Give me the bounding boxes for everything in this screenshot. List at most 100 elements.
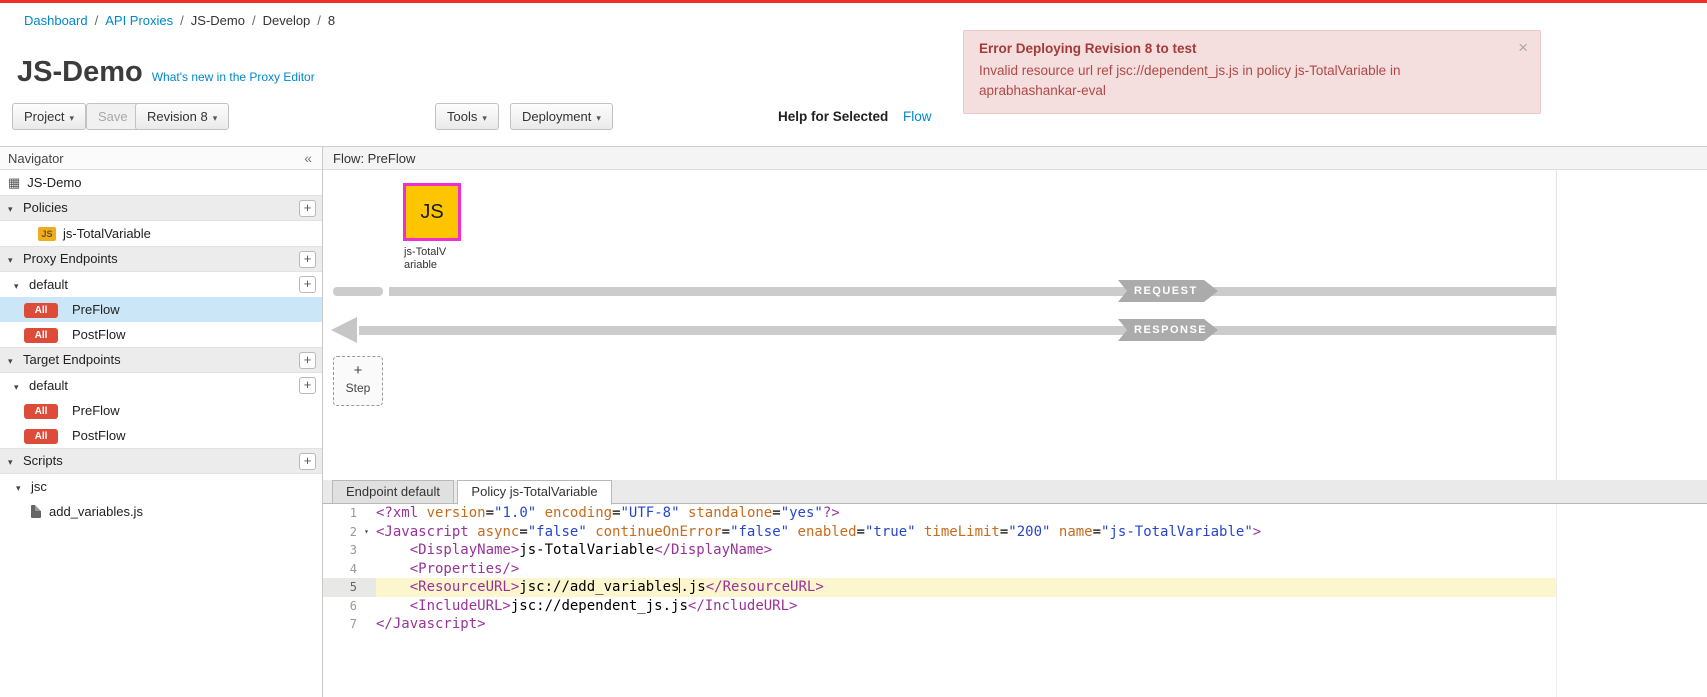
policy-node-js-totalvariable[interactable]: JS — [403, 183, 461, 241]
whats-new-link[interactable]: What's new in the Proxy Editor — [152, 70, 315, 84]
add-proxy-flow-button[interactable]: + — [299, 276, 316, 293]
caret-down-icon: ▾ — [482, 113, 487, 123]
sidebar-section-target-endpoints[interactable]: ▾Target Endpoints + — [0, 347, 322, 373]
sidebar-item-add-variables-js[interactable]: add_variables.js — [0, 499, 322, 524]
sidebar-item-target-preflow[interactable]: AllPreFlow — [0, 398, 322, 423]
fold-gutter — [357, 560, 376, 579]
proxy-icon: ▦ — [8, 175, 20, 190]
code-line-text[interactable]: <Javascript async="false" continueOnErro… — [376, 523, 1556, 542]
collapse-sidebar-icon[interactable]: « — [304, 147, 312, 170]
policy-node-label-line: js-TotalV — [404, 246, 446, 259]
add-target-endpoint-button[interactable]: + — [299, 352, 316, 369]
code-line-text[interactable]: <?xml version="1.0" encoding="UTF-8" sta… — [376, 504, 1556, 523]
tools-menu-button[interactable]: Tools ▾ — [435, 103, 499, 130]
code-line[interactable]: 3 <DisplayName>js-TotalVariable</Display… — [323, 541, 1556, 560]
caret-down-icon: ▾ — [8, 197, 19, 221]
breadcrumb-dashboard[interactable]: Dashboard — [24, 13, 88, 28]
caret-down-icon: ▾ — [596, 113, 601, 123]
deployment-menu-button[interactable]: Deployment ▾ — [510, 103, 613, 130]
caret-down-icon: ▾ — [213, 113, 218, 123]
fold-gutter — [357, 578, 376, 597]
add-proxy-endpoint-button[interactable]: + — [299, 251, 316, 268]
caret-down-icon: ▾ — [16, 476, 27, 501]
error-message: Invalid resource url ref jsc://dependent… — [979, 61, 1496, 101]
request-flow-line — [389, 287, 1556, 296]
deployment-menu-label: Deployment — [522, 109, 591, 124]
caret-down-icon: ▾ — [8, 450, 19, 474]
line-number: 2 — [323, 523, 357, 542]
flow-title: Flow: PreFlow — [333, 151, 415, 166]
fold-gutter — [357, 615, 376, 634]
flow-condition-badge: All — [24, 429, 58, 444]
sidebar-item-proxy-preflow[interactable]: AllPreFlow — [0, 297, 322, 322]
flow-condition-badge: All — [24, 328, 58, 343]
request-flow-label: REQUEST — [1118, 280, 1218, 302]
policy-label: js-TotalVariable — [63, 226, 151, 241]
sidebar-item-target-postflow[interactable]: AllPostFlow — [0, 423, 322, 448]
code-line[interactable]: 7 </Javascript> — [323, 615, 1556, 634]
section-label: Policies — [23, 200, 68, 215]
code-line-text[interactable]: <Properties/> — [376, 560, 1556, 579]
code-line[interactable]: 5 <ResourceURL>jsc://add_variables.js</R… — [323, 578, 1556, 597]
project-menu-button[interactable]: Project▾ — [12, 103, 86, 130]
fold-gutter — [357, 504, 376, 523]
js-policy-icon: JS — [38, 227, 56, 241]
project-menu-label: Project — [24, 109, 64, 124]
page-title: JS-Demo — [17, 56, 143, 89]
code-line-text[interactable]: <ResourceURL>jsc://add_variables.js</Res… — [376, 578, 1556, 597]
file-label: add_variables.js — [49, 504, 143, 519]
breadcrumb-api-proxies[interactable]: API Proxies — [105, 13, 173, 28]
sidebar-item-label: JS-Demo — [27, 175, 81, 190]
tab-policy-js-totalvariable[interactable]: Policy js-TotalVariable — [457, 480, 611, 505]
line-number: 1 — [323, 504, 357, 523]
line-number: 5 — [323, 578, 357, 597]
tools-menu-label: Tools — [447, 109, 477, 124]
sidebar-item-jsc-folder[interactable]: ▾ jsc — [0, 474, 322, 499]
plus-icon: + — [334, 361, 382, 381]
add-target-flow-button[interactable]: + — [299, 377, 316, 394]
flow-condition-badge: All — [24, 404, 58, 419]
endpoint-label: default — [29, 277, 68, 292]
save-button[interactable]: Save — [86, 103, 140, 130]
navigator-panel: Navigator « ▦ JS-Demo ▾ Policies + JS js-To… — [0, 147, 323, 697]
code-line[interactable]: 2▾<Javascript async="false" continueOnEr… — [323, 523, 1556, 542]
sidebar-item-target-default[interactable]: ▾default + — [0, 373, 322, 398]
folder-label: jsc — [31, 479, 47, 494]
policy-node-label: js-TotalV ariable — [404, 246, 446, 272]
section-label: Target Endpoints — [23, 352, 121, 367]
close-icon[interactable]: × — [1518, 38, 1528, 58]
code-line-text[interactable]: <IncludeURL>jsc://dependent_js.js</Inclu… — [376, 597, 1556, 616]
sidebar-section-policies[interactable]: ▾ Policies + — [0, 195, 322, 221]
flow-canvas: Flow: PreFlow JS js-TotalV ariable REQUE… — [323, 147, 1707, 480]
editor-right-divider — [1556, 504, 1557, 697]
line-number: 7 — [323, 615, 357, 634]
code-line[interactable]: 6 <IncludeURL>jsc://dependent_js.js</Inc… — [323, 597, 1556, 616]
fold-gutter — [357, 541, 376, 560]
sidebar-item-proxy-default[interactable]: ▾default + — [0, 272, 322, 297]
sidebar-item-js-demo[interactable]: ▦ JS-Demo — [0, 170, 322, 195]
help-flow-link[interactable]: Flow — [903, 103, 932, 130]
sidebar-item-proxy-postflow[interactable]: AllPostFlow — [0, 322, 322, 347]
code-line[interactable]: 1 <?xml version="1.0" encoding="UTF-8" st… — [323, 504, 1556, 523]
caret-down-icon: ▾ — [8, 248, 19, 272]
breadcrumb-separator: / — [180, 13, 184, 28]
error-title: Error Deploying Revision 8 to test — [979, 41, 1496, 56]
sidebar-section-scripts[interactable]: ▾ Scripts + — [0, 448, 322, 474]
sidebar-section-proxy-endpoints[interactable]: ▾Proxy Endpoints + — [0, 246, 322, 272]
tab-endpoint-default[interactable]: Endpoint default — [332, 480, 454, 504]
line-number: 6 — [323, 597, 357, 616]
code-area[interactable]: 1 <?xml version="1.0" encoding="UTF-8" st… — [323, 504, 1707, 634]
section-label: Scripts — [23, 453, 63, 468]
flow-condition-badge: All — [24, 303, 58, 318]
sidebar-item-js-totalvariable[interactable]: JS js-TotalVariable — [0, 221, 322, 246]
code-line[interactable]: 4 <Properties/> — [323, 560, 1556, 579]
add-policy-button[interactable]: + — [299, 200, 316, 217]
code-line-text[interactable]: </Javascript> — [376, 615, 1556, 634]
navigator-header: Navigator « — [0, 147, 322, 170]
revision-menu-button[interactable]: Revision 8▾ — [135, 103, 229, 130]
code-line-text[interactable]: <DisplayName>js-TotalVariable</DisplayNa… — [376, 541, 1556, 560]
add-script-button[interactable]: + — [299, 453, 316, 470]
add-step-button[interactable]: + Step — [333, 356, 383, 406]
breadcrumb-js-demo: JS-Demo — [191, 13, 245, 28]
fold-caret-icon[interactable]: ▾ — [357, 523, 376, 542]
